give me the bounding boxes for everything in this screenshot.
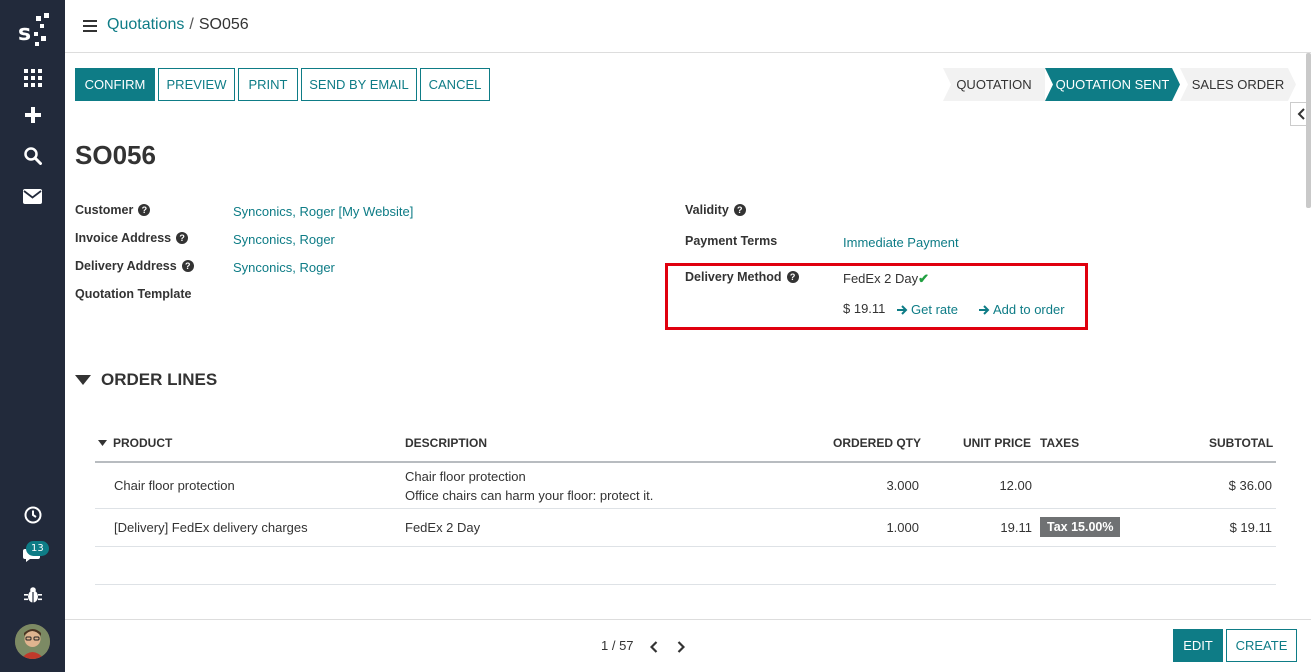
status-quotation[interactable]: QUOTATION: [943, 68, 1045, 101]
customer-label: Customer?: [75, 203, 151, 217]
breadcrumb: Quotations / SO056: [107, 16, 249, 34]
breadcrumb-current: SO056: [198, 16, 249, 33]
arrow-right-icon: [897, 304, 908, 315]
tax-badge: Tax 15.00%: [1040, 517, 1121, 537]
delivery-address-label: Delivery Address?: [75, 259, 194, 273]
chevron-left-icon: [650, 641, 658, 653]
help-icon[interactable]: ?: [733, 204, 746, 216]
add-to-order-button[interactable]: Add to order: [979, 302, 1065, 317]
notification-count-badge: 13: [26, 541, 49, 556]
clock-icon[interactable]: [0, 497, 65, 533]
print-button[interactable]: PRINT: [238, 68, 298, 101]
invoice-address-label: Invoice Address?: [75, 231, 189, 245]
cell-description-line1: Chair floor protection: [405, 469, 526, 484]
user-avatar[interactable]: [15, 624, 50, 659]
footer-bar: 1 / 57 EDIT CREATE: [65, 619, 1311, 672]
envelope-icon[interactable]: [0, 178, 65, 214]
column-header-description[interactable]: DESCRIPTION: [405, 436, 487, 450]
payment-terms-label: Payment Terms: [685, 234, 778, 248]
get-rate-button[interactable]: Get rate: [897, 302, 958, 317]
menu-toggle-icon[interactable]: [83, 20, 97, 36]
quotation-template-label: Quotation Template: [75, 287, 192, 301]
customer-field[interactable]: Synconics, Roger [My Website]: [233, 204, 413, 219]
chevron-right-icon: [677, 641, 685, 653]
order-lines-title: ORDER LINES: [101, 370, 218, 389]
cell-description-line1: FedEx 2 Day: [405, 520, 481, 535]
row-divider: [95, 546, 1276, 547]
cell-unit-price: 19.11: [1000, 520, 1032, 535]
table-header-divider: [95, 461, 1276, 463]
arrow-right-icon: [979, 304, 990, 315]
vertical-scrollbar[interactable]: [1306, 53, 1311, 208]
column-header-taxes[interactable]: TAXES: [1040, 436, 1079, 450]
pager-value[interactable]: 1 / 57: [601, 638, 634, 653]
cell-product: Chair floor protection: [114, 478, 235, 493]
create-button[interactable]: CREATE: [1226, 629, 1297, 662]
help-icon[interactable]: ?: [181, 260, 194, 272]
delivery-method-label: Delivery Method?: [685, 270, 799, 284]
checkmark-icon: ✔: [918, 271, 930, 286]
cancel-button[interactable]: CANCEL: [420, 68, 490, 101]
confirm-button[interactable]: CONFIRM: [75, 68, 155, 101]
invoice-address-field[interactable]: Synconics, Roger: [233, 232, 335, 247]
search-icon[interactable]: [0, 138, 65, 174]
sort-caret-icon: [98, 440, 107, 446]
caret-down-icon: [75, 375, 91, 385]
breadcrumb-separator: /: [189, 16, 194, 33]
bug-icon[interactable]: [0, 577, 65, 613]
validity-label: Validity?: [685, 203, 746, 217]
delivery-method-field[interactable]: FedEx 2 Day✔: [843, 271, 929, 287]
column-header-product[interactable]: PRODUCT: [98, 436, 172, 450]
row-divider: [95, 584, 1276, 585]
send-by-email-button[interactable]: SEND BY EMAIL: [301, 68, 417, 101]
sidebar: s 13: [0, 0, 65, 672]
column-header-subtotal[interactable]: SUBTOTAL: [1209, 436, 1273, 450]
delivery-address-field[interactable]: Synconics, Roger: [233, 260, 335, 275]
payment-terms-field[interactable]: Immediate Payment: [843, 235, 959, 250]
cell-description-line2: Office chairs can harm your floor: prote…: [405, 488, 654, 503]
cell-unit-price: 12.00: [999, 478, 1032, 493]
apps-grid-icon[interactable]: [0, 60, 65, 96]
row-divider: [95, 508, 1276, 509]
app-logo-icon[interactable]: s: [0, 8, 65, 52]
chevron-left-icon: [1297, 108, 1305, 120]
cell-subtotal: $ 36.00: [1228, 478, 1272, 493]
help-icon[interactable]: ?: [786, 271, 799, 283]
svg-text:s: s: [18, 21, 31, 46]
status-quotation-sent[interactable]: QUOTATION SENT: [1045, 68, 1180, 101]
order-lines-section-toggle[interactable]: ORDER LINES: [75, 370, 217, 390]
column-header-ordered-qty[interactable]: ORDERED QTY: [833, 436, 921, 450]
help-icon[interactable]: ?: [138, 204, 151, 216]
cell-product: [Delivery] FedEx delivery charges: [114, 520, 308, 535]
column-header-unit-price[interactable]: UNIT PRICE: [963, 436, 1031, 450]
help-icon[interactable]: ?: [176, 232, 189, 244]
cell-ordered-qty: 1.000: [886, 520, 919, 535]
plus-icon[interactable]: [0, 97, 65, 133]
edit-button[interactable]: EDIT: [1173, 629, 1223, 662]
top-bar: Quotations / SO056: [65, 0, 1311, 53]
pager-next-button[interactable]: [673, 638, 689, 656]
cell-subtotal: $ 19.11: [1229, 520, 1272, 535]
pager-previous-button[interactable]: [646, 638, 662, 656]
status-sales-order[interactable]: SALES ORDER: [1180, 68, 1296, 101]
record-title: SO056: [75, 140, 156, 170]
breadcrumb-quotations[interactable]: Quotations: [107, 16, 184, 33]
delivery-rate-value: $ 19.11: [843, 301, 886, 316]
preview-button[interactable]: PREVIEW: [158, 68, 235, 101]
cell-ordered-qty: 3.000: [886, 478, 919, 493]
